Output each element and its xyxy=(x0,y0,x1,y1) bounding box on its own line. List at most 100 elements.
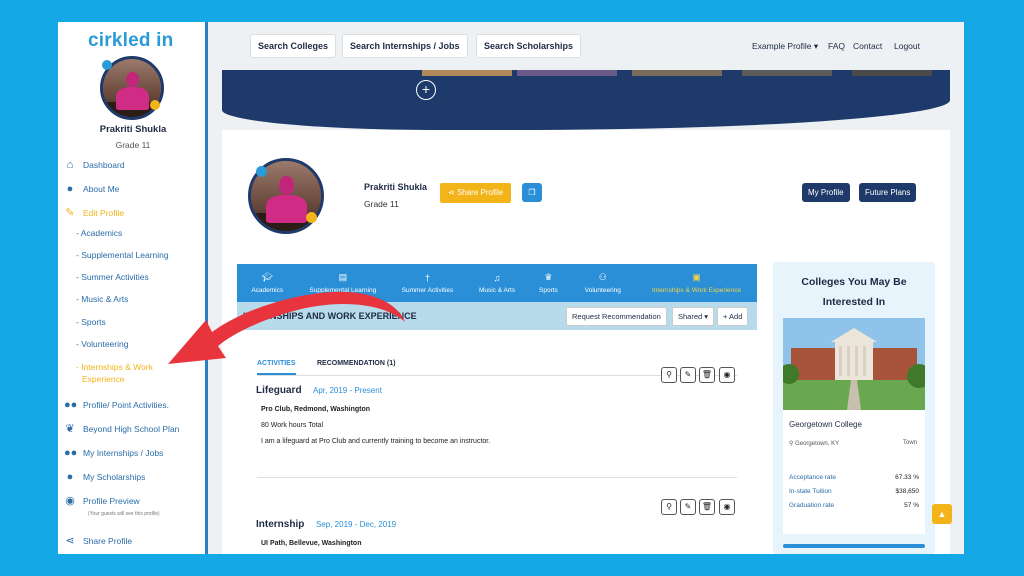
edit-icon[interactable]: ✎ xyxy=(680,367,696,383)
sidebar-item-edit-profile[interactable]: ✎ Edit Profile xyxy=(64,207,124,219)
handshake-icon: ⚇ xyxy=(598,272,607,282)
sidebar-item-academics[interactable]: - Academics xyxy=(76,228,122,238)
contact-link[interactable]: Contact xyxy=(853,41,882,51)
category-tabs: 🎓︎ Academics ▤ Supplemental Learning † Summ… xyxy=(237,264,757,302)
graduation-cap-icon: 🎓︎ xyxy=(261,272,273,282)
share-profile-button[interactable]: ⋖ Share Profile xyxy=(440,183,512,203)
category-volunteering[interactable]: ⚇ Volunteering xyxy=(570,264,637,302)
copy-link-button[interactable]: ❐ xyxy=(522,183,542,202)
college-image[interactable] xyxy=(783,318,925,410)
cover-banner: + xyxy=(222,70,950,130)
caret-down-icon: ▾ xyxy=(813,41,819,51)
sidebar-item-internships[interactable]: - Internships & Work Experience xyxy=(76,361,153,385)
attach-icon[interactable]: ⚲ xyxy=(661,367,677,383)
entry-divider xyxy=(257,477,737,478)
app-window: cirkled in Prakriti Shukla Grade 11 ⌂ Das… xyxy=(58,22,964,554)
college-name[interactable]: Georgetown College xyxy=(789,420,862,429)
entry-org: UI Path, Bellevue, Washington xyxy=(261,540,362,547)
profile-badge-yellow xyxy=(306,212,317,223)
logout-link[interactable]: Logout xyxy=(894,41,920,51)
delete-icon[interactable]: 🗑︎ xyxy=(699,499,715,515)
profile-grade: Grade 11 xyxy=(364,199,399,209)
colleges-heading-2: Interested In xyxy=(822,296,886,308)
sidebar-item-dashboard[interactable]: ⌂ Dashboard xyxy=(64,159,125,171)
colleges-heading: Colleges You May Be xyxy=(801,276,907,288)
cover-photo xyxy=(852,70,932,76)
cover-photo xyxy=(632,70,722,76)
category-music[interactable]: ♫ Music & Arts xyxy=(467,264,527,302)
search-colleges-button[interactable]: Search Colleges xyxy=(250,34,337,58)
attach-icon[interactable]: ⚲ xyxy=(661,499,677,515)
category-summer[interactable]: † Summer Activities xyxy=(388,264,467,302)
sidebar-item-beyond-high-school[interactable]: ❦ Beyond High School Plan xyxy=(64,423,179,435)
profile-badge-blue xyxy=(256,166,267,177)
caret-down-icon: ▾ xyxy=(704,312,709,321)
sidebar-item-share-profile[interactable]: ⋖ Share Profile xyxy=(64,535,132,547)
edit-icon[interactable]: ✎ xyxy=(680,499,696,515)
shared-dropdown[interactable]: Shared ▾ xyxy=(672,307,715,326)
visibility-icon[interactable]: ◉ xyxy=(719,499,735,515)
share-icon: ⋖ xyxy=(448,188,457,197)
section-header: INTERNSHIPS AND WORK EXPERIENCE Request … xyxy=(237,302,757,330)
add-cover-icon[interactable]: + xyxy=(416,80,436,100)
users-icon: ●● xyxy=(64,447,78,459)
request-recommendation-button[interactable]: Request Recommendation xyxy=(566,307,667,326)
entry-title: Internship xyxy=(256,519,305,530)
user-icon: ● xyxy=(66,471,74,483)
sidebar-item-point-activities[interactable]: ●● Profile/ Point Activities. xyxy=(64,399,169,411)
sidebar-item-sports[interactable]: - Sports xyxy=(76,317,106,327)
example-profile-dropdown[interactable]: Example Profile ▾ xyxy=(752,41,818,52)
users-icon: ●● xyxy=(64,399,78,411)
college-location: ⚲ Georgetown, KY xyxy=(789,441,840,447)
college-stat-row: Acceptance rate 67.33 % xyxy=(789,474,919,481)
entry-org: Pro Club, Redmond, Washington xyxy=(261,406,371,413)
cover-photo xyxy=(422,70,512,76)
sidebar-item-volunteering[interactable]: - Volunteering xyxy=(76,339,128,349)
tab-activities[interactable]: ACTIVITIES xyxy=(257,360,296,375)
search-internships-button[interactable]: Search Internships / Jobs xyxy=(342,34,468,58)
add-button[interactable]: + Add xyxy=(717,307,749,326)
topbar: Search Colleges Search Internships / Job… xyxy=(208,22,964,70)
faq-link[interactable]: FAQ xyxy=(828,41,845,51)
avatar-badge-blue xyxy=(102,60,112,70)
share-icon: ⋖ xyxy=(65,535,75,547)
college-info: Georgetown College ⚲ Georgetown, KY Town… xyxy=(783,410,925,534)
figure-icon: † xyxy=(424,272,430,283)
edit-icon: ✎ xyxy=(65,207,75,219)
my-profile-button[interactable]: My Profile xyxy=(802,183,850,202)
entry-date: Apr, 2019 - Present xyxy=(313,386,382,395)
trophy-icon: ♛ xyxy=(544,272,553,282)
category-internships[interactable]: ▣ Internships & Work Experience xyxy=(636,264,757,302)
profile-name: Prakriti Shukla xyxy=(364,182,428,192)
copy-icon: ❐ xyxy=(528,188,536,197)
home-icon: ⌂ xyxy=(66,159,74,171)
category-academics[interactable]: 🎓︎ Academics xyxy=(237,264,297,302)
scroll-to-top-button[interactable]: ▲ xyxy=(932,504,952,524)
future-plans-button[interactable]: Future Plans xyxy=(859,183,917,202)
cover-photo xyxy=(742,70,832,76)
sidebar-item-scholarships[interactable]: ● My Scholarships xyxy=(64,471,146,483)
search-scholarships-button[interactable]: Search Scholarships xyxy=(476,34,582,58)
sidebar-item-music[interactable]: - Music & Arts xyxy=(76,294,128,304)
entry-hours: 80 Work hours Total xyxy=(261,422,323,429)
sidebar-item-profile-preview[interactable]: ◉ Profile Preview xyxy=(64,495,140,507)
entry-date: Sep, 2019 - Dec, 2019 xyxy=(316,520,397,529)
delete-icon[interactable]: 🗑︎ xyxy=(699,367,715,383)
sidebar-item-supplemental[interactable]: - Supplemental Learning xyxy=(76,250,169,260)
sidebar-item-internships-jobs[interactable]: ●● My Internships / Jobs xyxy=(64,447,163,459)
carousel-indicator xyxy=(783,544,925,548)
entry-title: Lifeguard xyxy=(256,385,302,396)
category-supplemental[interactable]: ▤ Supplemental Learning xyxy=(297,264,388,302)
college-type: Town xyxy=(902,440,917,446)
sidebar: cirkled in Prakriti Shukla Grade 11 ⌂ Das… xyxy=(58,22,208,554)
avatar-badge-yellow xyxy=(150,100,160,110)
user-icon: ● xyxy=(66,183,74,195)
preview-note: (Your guests will see this profile) xyxy=(88,511,160,517)
sidebar-item-about-me[interactable]: ● About Me xyxy=(64,183,120,195)
sidebar-item-summer[interactable]: - Summer Activities xyxy=(76,272,149,282)
visibility-icon[interactable]: ◉ xyxy=(719,367,735,383)
section-title: INTERNSHIPS AND WORK EXPERIENCE xyxy=(243,311,417,321)
briefcase-icon: ▣ xyxy=(692,272,701,282)
category-sports[interactable]: ♛ Sports xyxy=(527,264,569,302)
tab-recommendation[interactable]: RECOMMENDATION (1) xyxy=(317,360,395,367)
